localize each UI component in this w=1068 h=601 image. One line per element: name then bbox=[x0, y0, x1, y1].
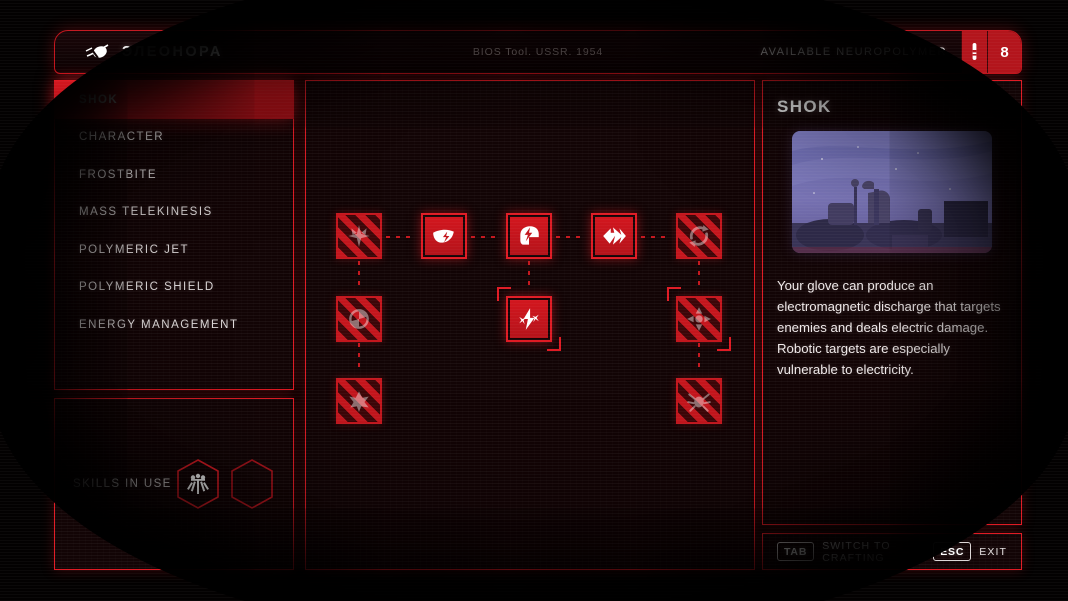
double-bolt-icon bbox=[516, 306, 542, 332]
detail-title: SHOK bbox=[777, 97, 832, 116]
sidebar-item-polymeric-shield[interactable]: POLYMERIC SHIELD bbox=[55, 269, 293, 307]
connector-c1-r1-r2 bbox=[358, 261, 360, 291]
connector-r1-1-2 bbox=[386, 236, 416, 238]
sidebar-item-character[interactable]: CHARACTER bbox=[55, 119, 293, 157]
header-bar: ЭЛЕОНОРА BIOS Tool. USSR. 1954 AVAILABLE… bbox=[54, 30, 1022, 74]
skill-slot-filled[interactable] bbox=[175, 458, 221, 510]
connector-c5-r2-r3 bbox=[698, 343, 700, 373]
selection-bracket-bottom-right bbox=[717, 337, 731, 351]
bolt-shield-icon bbox=[431, 223, 457, 249]
swirl-arrows-icon bbox=[686, 223, 712, 249]
connector-r1-4-5 bbox=[641, 236, 671, 238]
spider-arc-icon bbox=[686, 388, 712, 414]
sidebar-item-mass-telekinesis[interactable]: MASS TELEKINESIS bbox=[55, 194, 293, 232]
footer-controls: TAB SWITCH TO CRAFTING ESC EXIT bbox=[762, 533, 1022, 570]
skill-category-sidebar: SHOK CHARACTER FROSTBITE MASS TELEKINESI… bbox=[54, 80, 294, 390]
connector-c1-r2-r3 bbox=[358, 343, 360, 373]
triple-arrow-icon bbox=[601, 223, 627, 249]
skills-in-use-panel: SKILLS IN USE bbox=[54, 398, 294, 570]
sidebar-item-frostbite[interactable]: FROSTBITE bbox=[55, 156, 293, 194]
skill-node-burst[interactable] bbox=[336, 213, 382, 259]
connector-r1-3-4 bbox=[556, 236, 586, 238]
skill-node-shatter[interactable] bbox=[336, 378, 382, 424]
connector-c5-r1-r2 bbox=[698, 261, 700, 291]
skill-detail-panel: SHOK Your glove can produce an electroma… bbox=[762, 80, 1022, 525]
vortex-icon bbox=[346, 306, 372, 332]
helmet-bolt-icon bbox=[516, 223, 542, 249]
skill-node-vortex[interactable] bbox=[336, 296, 382, 342]
crt-screen: ЭЛЕОНОРА BIOS Tool. USSR. 1954 AVAILABLE… bbox=[0, 0, 1068, 601]
skill-node-radial-blades[interactable] bbox=[667, 287, 731, 351]
switch-to-crafting-control[interactable]: TAB SWITCH TO CRAFTING bbox=[777, 540, 933, 564]
burst-icon bbox=[346, 223, 372, 249]
sidebar-item-shok[interactable]: SHOK bbox=[54, 81, 294, 119]
sidebar-item-label: FROSTBITE bbox=[79, 168, 158, 181]
skill-node-helmet-bolt[interactable] bbox=[506, 213, 552, 259]
sidebar-item-energy-management[interactable]: ENERGY MANAGEMENT bbox=[55, 306, 293, 344]
shatter-icon bbox=[346, 388, 372, 414]
sidebar-item-label: POLYMERIC JET bbox=[79, 243, 190, 256]
skills-in-use-label: SKILLS IN USE bbox=[73, 478, 172, 490]
connector-r1-2-3 bbox=[471, 236, 501, 238]
esc-keycap: ESC bbox=[933, 542, 972, 561]
sidebar-item-label: CHARACTER bbox=[79, 131, 165, 144]
tab-keycap: TAB bbox=[777, 542, 815, 561]
detail-description: Your glove can produce an electromagneti… bbox=[777, 278, 1001, 377]
sidebar-item-label: ENERGY MANAGEMENT bbox=[79, 318, 239, 331]
selection-bracket-top-left bbox=[497, 287, 511, 301]
skill-tree-panel bbox=[305, 80, 755, 570]
sidebar-item-label: SHOK bbox=[79, 93, 119, 106]
burst-skill-icon bbox=[186, 472, 210, 496]
radial-blades-icon bbox=[686, 306, 712, 332]
skill-node-bolt-shield[interactable] bbox=[421, 213, 467, 259]
bios-note: BIOS Tool. USSR. 1954 bbox=[472, 46, 604, 58]
skill-node-double-bolt[interactable] bbox=[497, 287, 561, 351]
sidebar-item-label: POLYMERIC SHIELD bbox=[79, 281, 215, 294]
selection-bracket-bottom-right bbox=[547, 337, 561, 351]
night-sky-moon-preview bbox=[792, 131, 992, 253]
selection-bracket-top-left bbox=[667, 287, 681, 301]
sidebar-item-polymeric-jet[interactable]: POLYMERIC JET bbox=[55, 231, 293, 269]
tab-action-label: SWITCH TO CRAFTING bbox=[822, 539, 891, 564]
skill-slot-empty[interactable] bbox=[229, 458, 275, 510]
skill-node-spider-arc[interactable] bbox=[676, 378, 722, 424]
exit-control[interactable]: ESC EXIT bbox=[933, 542, 1007, 561]
sidebar-item-label: MASS TELEKINESIS bbox=[79, 206, 213, 219]
skill-slot-row bbox=[175, 458, 275, 510]
skill-node-triple-arrow[interactable] bbox=[591, 213, 637, 259]
esc-action-label: EXIT bbox=[979, 545, 1007, 558]
skill-node-swirl-arrows[interactable] bbox=[676, 213, 722, 259]
connector-c3-r1-r2 bbox=[528, 261, 530, 291]
